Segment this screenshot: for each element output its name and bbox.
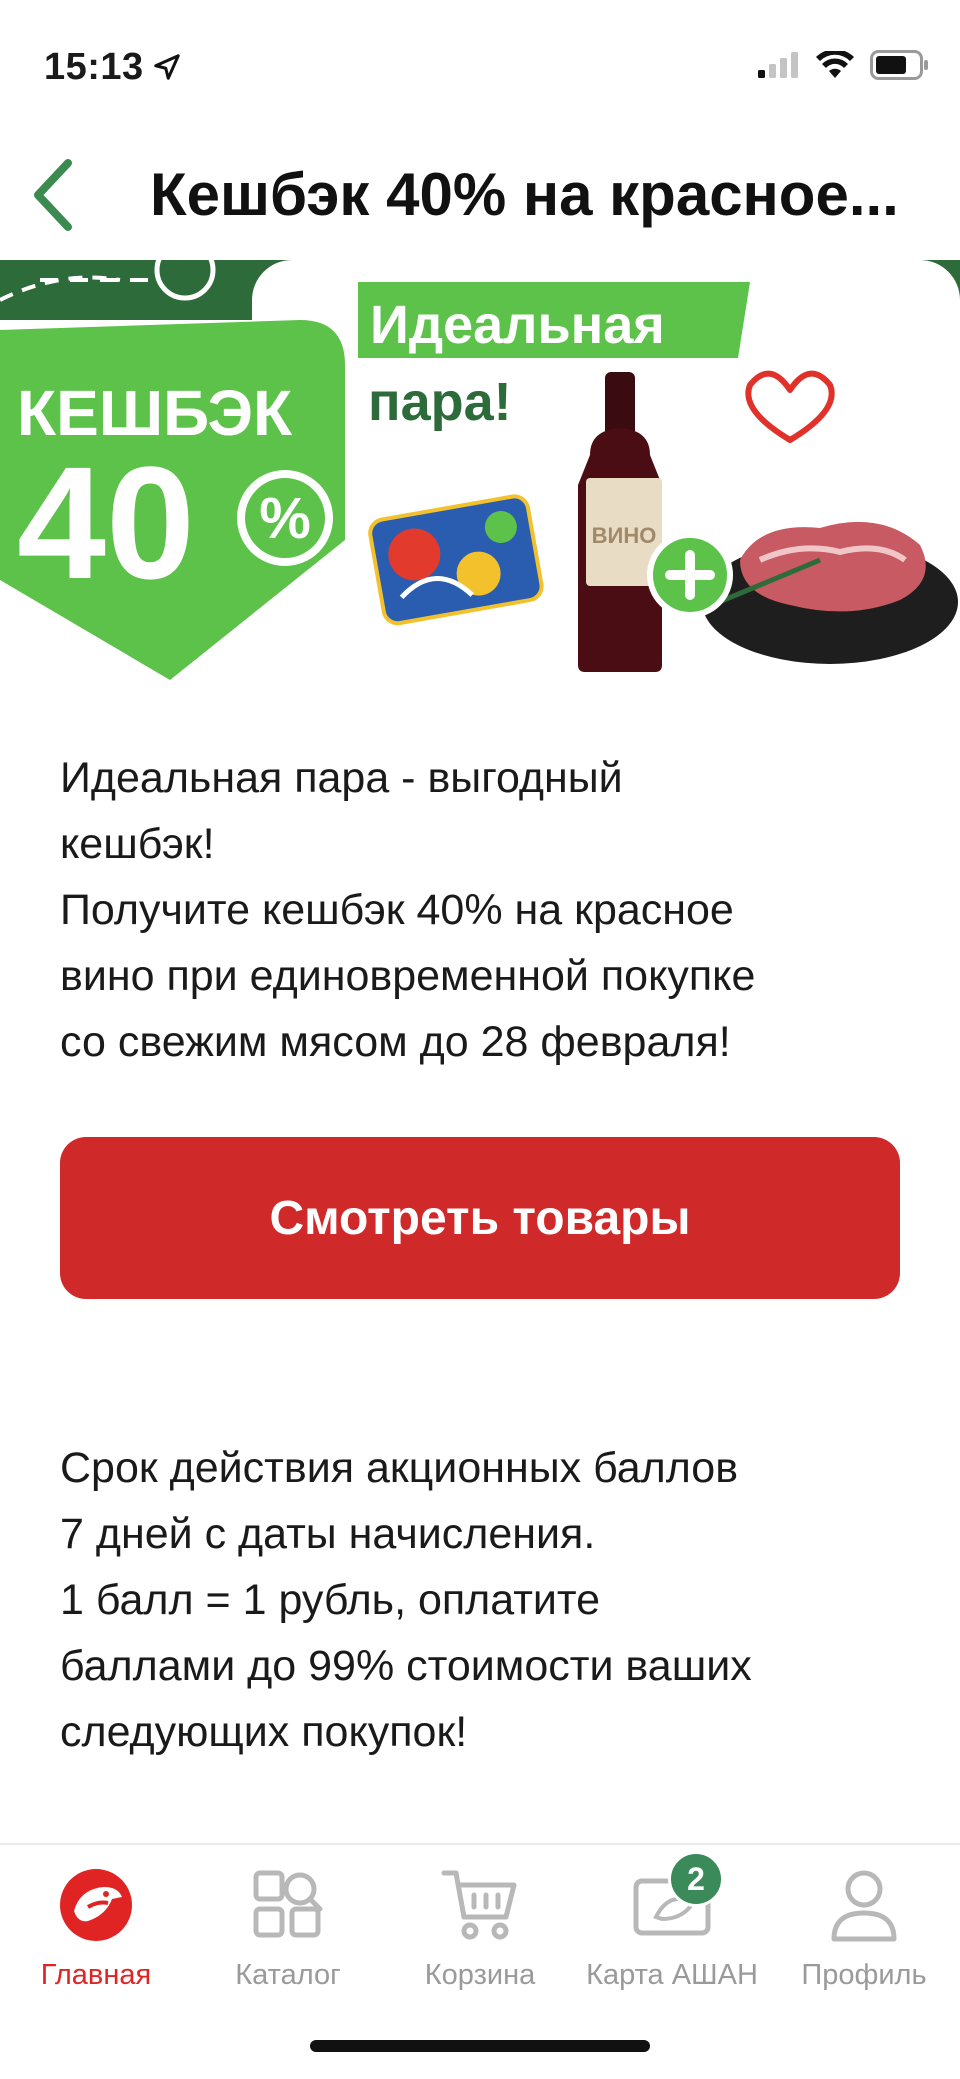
terms-line: Срок действия акционных баллов <box>60 1444 739 1492</box>
status-time: 15:13 <box>44 46 144 88</box>
tab-auchan-card[interactable]: 2 Карта АШАН <box>576 1851 768 2005</box>
promo-description: Идеальная пара - выгодный кешбэк! Получи… <box>60 745 910 1075</box>
back-button[interactable] <box>22 150 82 240</box>
promo-banner[interactable]: ВИНО КЕШБЭК 40 % Идеальная пара! <box>0 260 960 680</box>
tab-catalog[interactable]: Каталог <box>192 1865 384 2005</box>
loyalty-card-icon: 2 <box>632 1851 724 1945</box>
tab-label: Каталог <box>235 1959 341 1991</box>
terms-line: 7 дней с даты начисления. <box>60 1510 596 1558</box>
banner-headline-line2: пара! <box>368 372 512 432</box>
promo-banner-art: ВИНО КЕШБЭК 40 % Идеальная пара! <box>0 260 960 680</box>
tab-profile[interactable]: Профиль <box>768 1865 960 2005</box>
home-indicator[interactable] <box>310 2040 650 2052</box>
auchan-bird-icon <box>56 1865 136 1945</box>
cart-icon <box>440 1865 520 1945</box>
cellular-signal-icon <box>758 52 798 78</box>
location-arrow-icon <box>154 54 180 80</box>
cashback-number: 40 <box>17 433 195 612</box>
description-line: вино при единовременной покупке <box>60 952 756 1000</box>
status-bar: 15:13 <box>0 0 960 130</box>
catalog-search-icon <box>248 1865 328 1945</box>
bottle-label: ВИНО <box>592 523 657 548</box>
tab-label: Профиль <box>801 1959 927 1991</box>
nav-header: Кешбэк 40% на красное... <box>0 130 960 260</box>
percent-sign: % <box>259 486 311 551</box>
status-indicators <box>758 50 930 80</box>
description-line: Идеальная пара - выгодный <box>60 754 623 802</box>
chevron-left-icon <box>34 159 72 231</box>
tab-cart[interactable]: Корзина <box>384 1865 576 2005</box>
banner-headline-line1: Идеальная <box>370 295 665 355</box>
description-line: со свежим мясом до 28 февраля! <box>60 1018 731 1066</box>
tab-label: Главная <box>40 1959 152 1991</box>
battery-icon <box>870 50 928 80</box>
description-line: Получите кешбэк 40% на красное <box>60 886 734 934</box>
view-products-button[interactable]: Смотреть товары <box>60 1137 900 1299</box>
cart-count-badge: 2 <box>668 1851 724 1907</box>
terms-line: следующих покупок! <box>60 1708 468 1756</box>
tab-home[interactable]: Главная <box>0 1865 192 2005</box>
tab-label: Карта АШАН <box>586 1959 758 1991</box>
wifi-icon <box>816 51 854 78</box>
page-title: Кешбэк 40% на красное... <box>150 161 899 228</box>
description-line: кешбэк! <box>60 820 215 868</box>
terms-line: 1 балл = 1 рубль, оплатите <box>60 1576 601 1624</box>
terms-line: баллами до 99% стоимости ваших <box>60 1642 752 1690</box>
promo-terms: Срок действия акционных баллов 7 дней с … <box>60 1435 910 1765</box>
tab-label: Корзина <box>424 1959 536 1991</box>
profile-icon <box>824 1865 904 1945</box>
